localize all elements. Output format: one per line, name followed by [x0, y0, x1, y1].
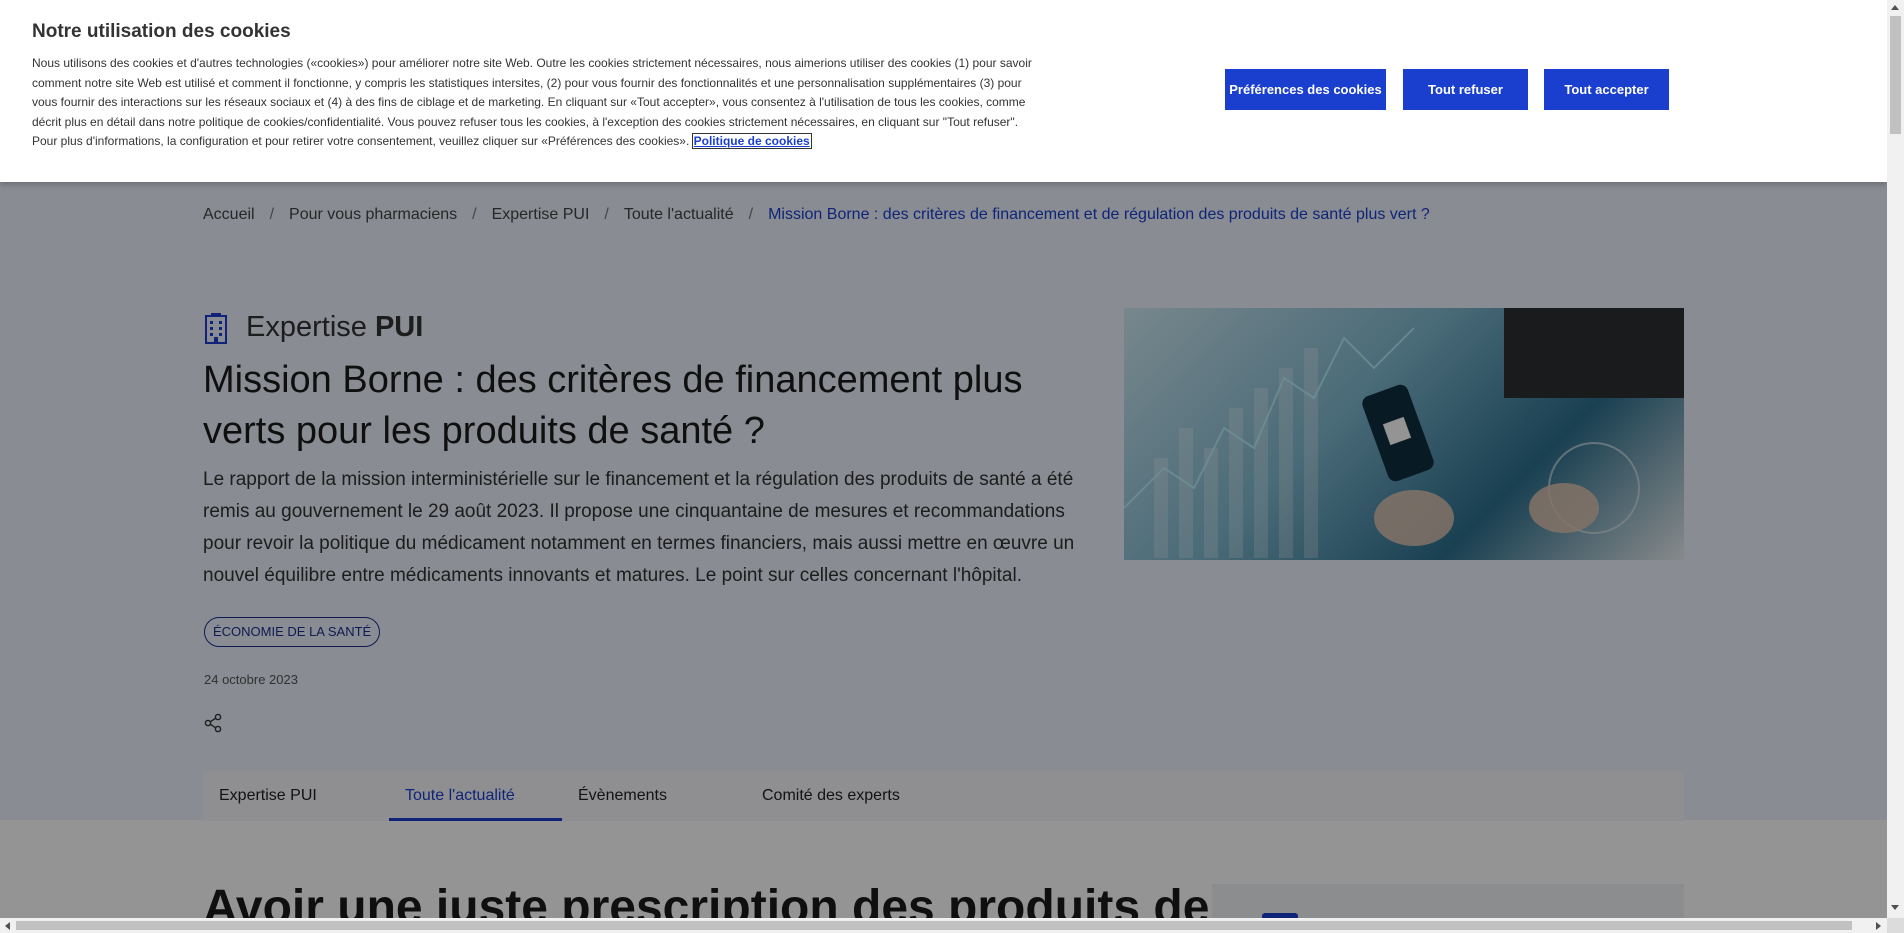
- scroll-up-arrow-icon[interactable]: [1891, 5, 1899, 10]
- horizontal-scrollbar[interactable]: [0, 918, 1887, 933]
- scrollbar-corner: [1887, 918, 1904, 933]
- vertical-scrollbar[interactable]: [1887, 0, 1904, 918]
- accept-all-button[interactable]: Tout accepter: [1544, 69, 1669, 110]
- cookie-banner-description: Nous utilisons des cookies et d'autres t…: [32, 56, 1032, 148]
- cookie-banner-title: Notre utilisation des cookies: [32, 21, 291, 42]
- cookie-banner-text: Nous utilisons des cookies et d'autres t…: [32, 54, 1032, 152]
- scroll-left-arrow-icon[interactable]: [5, 922, 10, 930]
- scroll-right-arrow-icon[interactable]: [1876, 922, 1881, 930]
- cookie-preferences-button[interactable]: Préférences des cookies: [1225, 69, 1386, 110]
- horizontal-scrollbar-thumb[interactable]: [16, 921, 1852, 930]
- cookie-policy-link[interactable]: Politique de cookies: [691, 133, 812, 149]
- refuse-all-button[interactable]: Tout refuser: [1403, 69, 1528, 110]
- scroll-down-arrow-icon[interactable]: [1891, 905, 1899, 910]
- vertical-scrollbar-thumb[interactable]: [1890, 16, 1901, 134]
- cookie-banner: Notre utilisation des cookies Nous utili…: [0, 0, 1887, 182]
